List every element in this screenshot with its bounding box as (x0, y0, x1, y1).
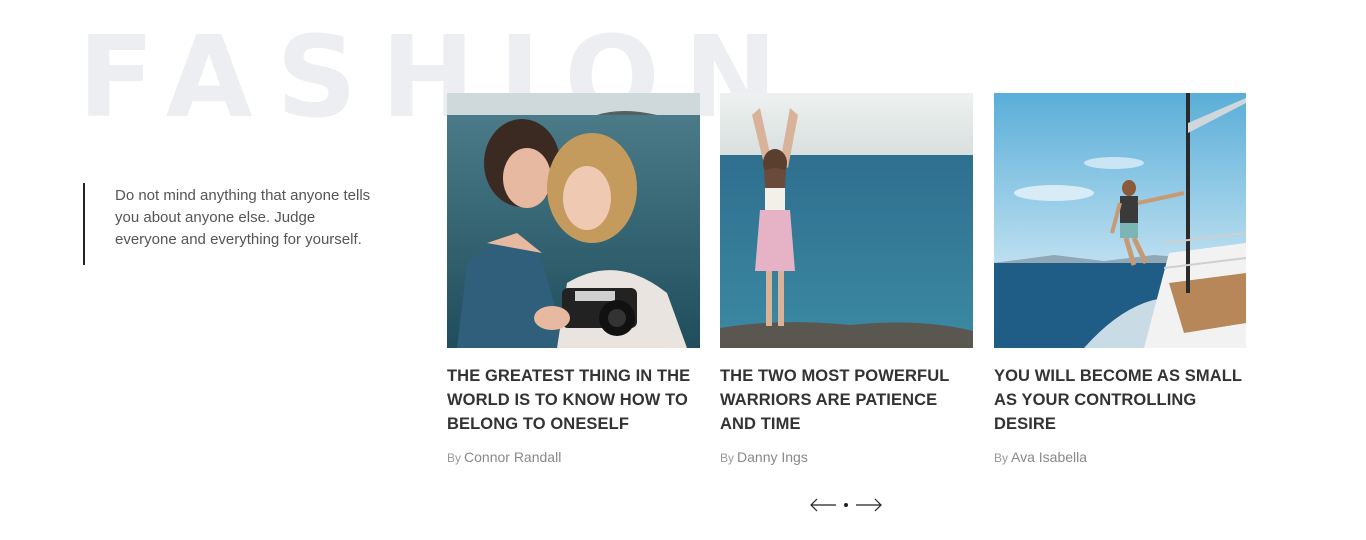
post-image[interactable] (447, 93, 700, 348)
byline-prefix: By (720, 451, 735, 465)
quote-text: Do not mind anything that anyone tells y… (115, 187, 371, 248)
post-card[interactable]: THE GREATEST THING IN THE WORLD IS TO KN… (447, 93, 700, 465)
post-image[interactable] (720, 93, 973, 348)
post-title[interactable]: THE TWO MOST POWERFUL WARRIORS ARE PATIE… (720, 364, 973, 436)
carousel-pager (809, 494, 883, 516)
post-byline: By Connor Randall (447, 449, 700, 465)
carousel-dot[interactable] (844, 503, 848, 507)
post-author[interactable]: Connor Randall (464, 449, 561, 465)
quote-block: Do not mind anything that anyone tells y… (83, 183, 373, 265)
byline-prefix: By (994, 451, 1009, 465)
fashion-section: FASHION Do not mind anything that anyone… (0, 0, 1366, 540)
post-image[interactable] (994, 93, 1246, 348)
post-card[interactable]: THE TWO MOST POWERFUL WARRIORS ARE PATIE… (720, 93, 973, 465)
arrow-right-icon[interactable] (855, 494, 883, 516)
arrow-left-icon[interactable] (809, 494, 837, 516)
post-author[interactable]: Ava Isabella (1011, 449, 1087, 465)
post-byline: By Danny Ings (720, 449, 973, 465)
post-author[interactable]: Danny Ings (737, 449, 808, 465)
post-title[interactable]: YOU WILL BECOME AS SMALL AS YOUR CONTROL… (994, 364, 1246, 436)
post-byline: By Ava Isabella (994, 449, 1246, 465)
post-card[interactable]: YOU WILL BECOME AS SMALL AS YOUR CONTROL… (994, 93, 1246, 465)
byline-prefix: By (447, 451, 462, 465)
post-title[interactable]: THE GREATEST THING IN THE WORLD IS TO KN… (447, 364, 700, 436)
